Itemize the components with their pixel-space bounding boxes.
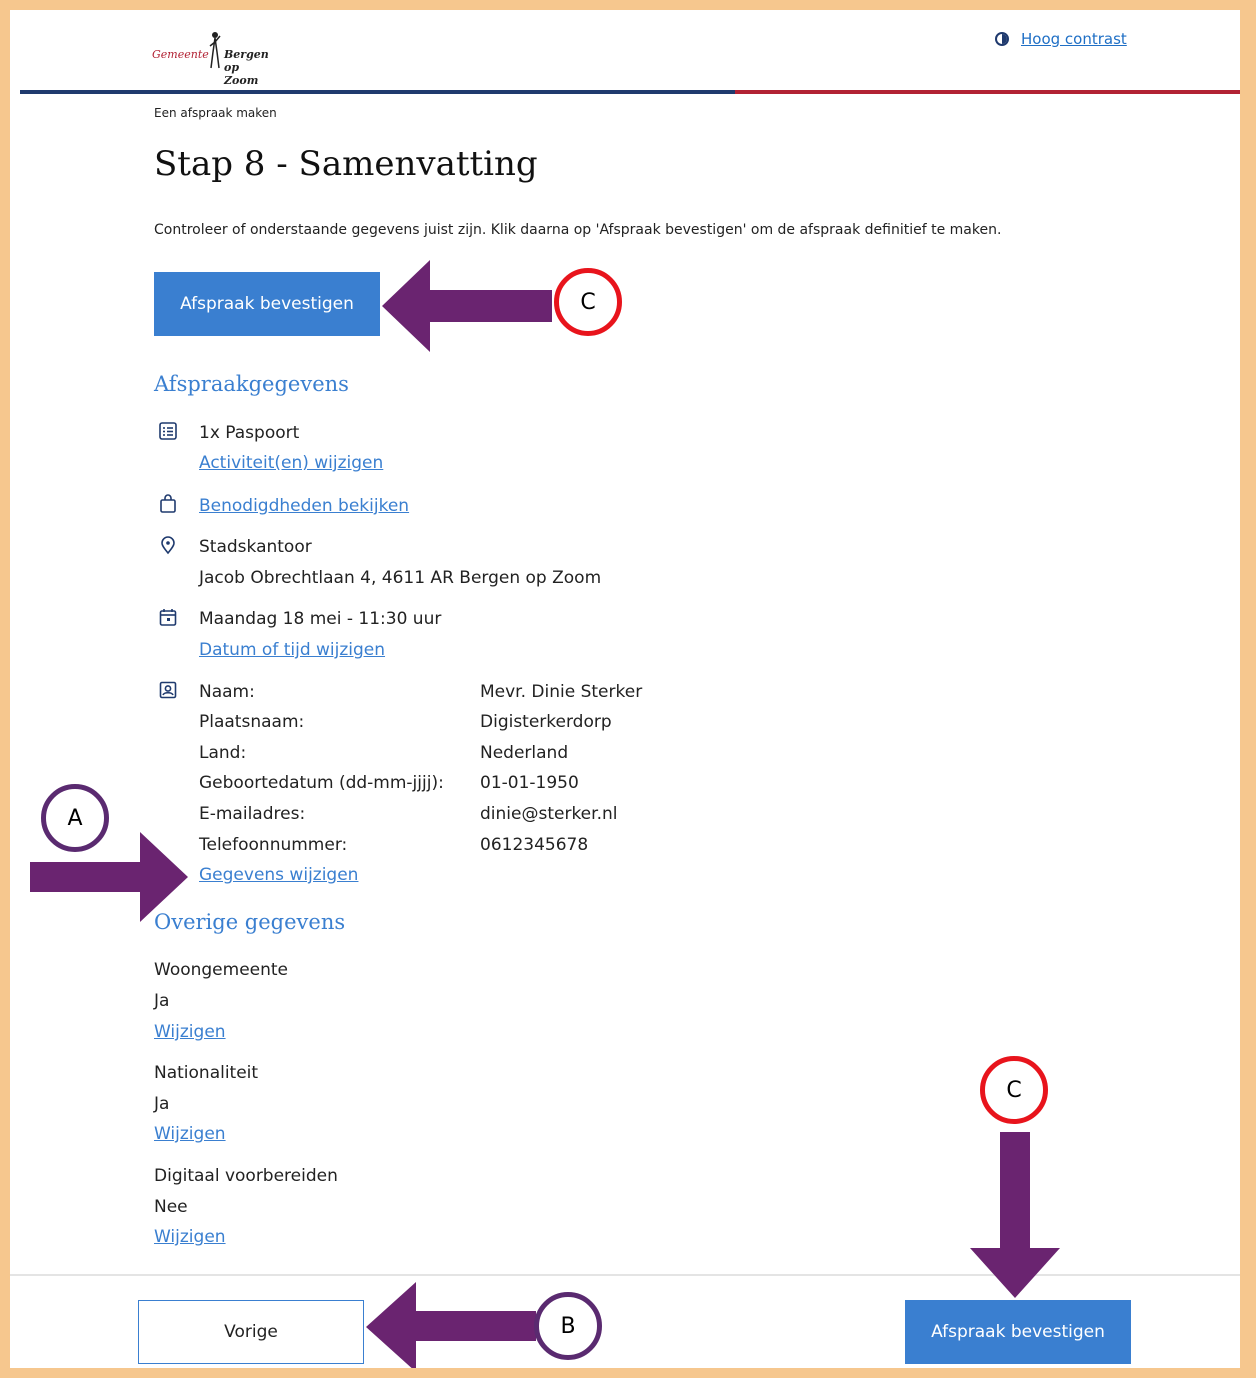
other-label-digital: Digitaal voorbereiden (154, 1166, 338, 1186)
change-nationality-link[interactable]: Wijzigen (154, 1124, 226, 1144)
other-value-nationality: Ja (154, 1094, 170, 1114)
personal-label-phone: Telefoonnummer: (199, 835, 348, 855)
previous-button[interactable]: Vorige (138, 1300, 364, 1364)
arrow-down-c (970, 1132, 1060, 1298)
marker-c-top: C (554, 268, 622, 336)
logo-name: Bergen op Zoom (224, 48, 269, 87)
other-value-residence: Ja (154, 991, 170, 1011)
contact-card-icon (159, 681, 177, 699)
breadcrumb: Een afspraak maken (154, 106, 277, 120)
location-pin-icon (161, 536, 175, 555)
marker-a-label: A (67, 805, 83, 831)
personal-label-email: E-mailadres: (199, 804, 306, 824)
marker-c-bottom-label: C (1006, 1077, 1022, 1103)
appointment-datetime: Maandag 18 mei - 11:30 uur (199, 609, 442, 629)
header-bar-red (735, 90, 1240, 94)
other-label-residence: Woongemeente (154, 960, 289, 980)
shopping-bag-icon (160, 494, 176, 513)
personal-value-phone: 0612345678 (480, 835, 589, 855)
change-residence-link[interactable]: Wijzigen (154, 1022, 226, 1042)
location-address: Jacob Obrechtlaan 4, 4611 AR Bergen op Z… (199, 568, 602, 588)
intro-text: Controleer of onderstaande gegevens juis… (154, 222, 1002, 238)
arrow-left-top (382, 260, 552, 352)
personal-value-email: dinie@sterker.nl (480, 804, 618, 824)
personal-label-city: Plaatsnaam: (199, 712, 305, 732)
confirm-button-bottom[interactable]: Afspraak bevestigen (905, 1300, 1131, 1364)
other-value-digital: Nee (154, 1197, 188, 1217)
confirm-button-top[interactable]: Afspraak bevestigen (154, 272, 380, 336)
requirements-link[interactable]: Benodigdheden bekijken (199, 496, 409, 516)
change-digital-link[interactable]: Wijzigen (154, 1227, 226, 1247)
calendar-icon (159, 609, 177, 626)
personal-label-name: Naam: (199, 682, 255, 702)
personal-value-city: Digisterkerdorp (480, 712, 612, 732)
location-name: Stadskantoor (199, 537, 312, 557)
arrow-right-a (30, 832, 188, 922)
contrast-icon (995, 32, 1009, 46)
marker-a: A (41, 784, 109, 852)
page-title: Stap 8 - Samenvatting (154, 144, 538, 184)
list-icon (159, 422, 177, 440)
personal-value-country: Nederland (480, 743, 569, 763)
appointment-heading: Afspraakgegevens (154, 372, 349, 396)
personal-value-name: Mevr. Dinie Sterker (480, 682, 643, 702)
arrow-left-b (366, 1282, 536, 1368)
change-datetime-link[interactable]: Datum of tijd wijzigen (199, 640, 385, 660)
personal-label-birthdate: Geboortedatum (dd-mm-jjjj): (199, 773, 444, 793)
page: Gemeente Bergen op Zoom Hoog contrast Ee… (10, 10, 1240, 1368)
logo-prefix: Gemeente (152, 48, 209, 61)
personal-value-birthdate: 01-01-1950 (480, 773, 579, 793)
marker-c-top-label: C (580, 289, 596, 315)
logo-figure-icon (209, 32, 221, 69)
marker-c-bottom: C (980, 1056, 1048, 1124)
marker-b-label: B (560, 1313, 576, 1339)
change-personal-link[interactable]: Gegevens wijzigen (199, 865, 358, 885)
marker-b: B (534, 1292, 602, 1360)
high-contrast-link[interactable]: Hoog contrast (1021, 30, 1127, 48)
high-contrast-toggle[interactable]: Hoog contrast (995, 30, 1127, 48)
header-bar-blue (20, 90, 735, 94)
activity-text: 1x Paspoort (199, 423, 300, 443)
change-activity-link[interactable]: Activiteit(en) wijzigen (199, 453, 383, 473)
personal-label-country: Land: (199, 743, 247, 763)
other-label-nationality: Nationaliteit (154, 1063, 259, 1083)
